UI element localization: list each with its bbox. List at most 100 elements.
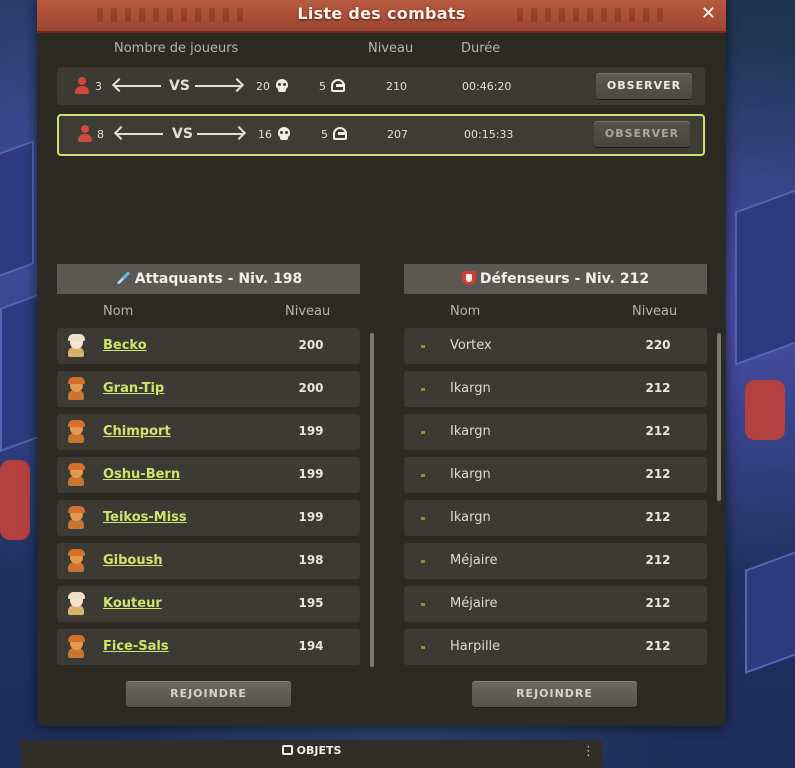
player-level: 195 <box>298 596 324 610</box>
defenders-title: Défenseurs - Niv. 212 <box>479 271 650 287</box>
skull-icon <box>275 79 289 93</box>
defenders-col-level: Niveau <box>632 304 678 319</box>
player-name: Méjaire <box>450 596 498 611</box>
defenders-scrollbar[interactable] <box>717 333 721 501</box>
player-row[interactable]: Giboush 198 <box>57 543 360 579</box>
player-row[interactable]: Becko 200 <box>57 328 360 364</box>
attacker-count: 3 <box>95 80 102 93</box>
player-row[interactable]: Ikargn 212 <box>404 371 707 407</box>
character-avatar-icon <box>65 463 87 487</box>
attacker-person-icon <box>77 125 93 143</box>
bg-red-ornament <box>745 380 785 440</box>
player-name[interactable]: Kouteur <box>103 596 162 611</box>
player-row[interactable]: Teikos-Miss 199 <box>57 500 360 536</box>
monster-avatar-icon <box>412 635 434 659</box>
join-defenders-button[interactable]: REJOINDRE <box>472 681 637 707</box>
spectator-count: 5 <box>321 128 328 141</box>
player-level: 199 <box>298 424 324 438</box>
monster-avatar-icon <box>412 377 434 401</box>
bag-icon <box>281 745 293 755</box>
player-level: 212 <box>645 510 671 524</box>
player-level: 198 <box>298 553 324 567</box>
player-level: 212 <box>645 424 671 438</box>
bg-red-ornament-2 <box>0 460 30 540</box>
fight-level: 210 <box>386 80 407 93</box>
player-level: 194 <box>298 639 324 653</box>
player-row[interactable]: Oshu-Bern 199 <box>57 457 360 493</box>
defenders-col-name: Nom <box>450 304 481 319</box>
player-row[interactable]: Méjaire 212 <box>404 543 707 579</box>
monster-avatar-icon <box>412 506 434 530</box>
observe-button[interactable]: OBSERVER <box>596 73 692 99</box>
window-title: Liste des combats <box>297 4 466 23</box>
skull-icon <box>277 127 291 141</box>
more-icon[interactable]: ⋮ <box>582 744 595 759</box>
arrow-left-icon <box>115 85 161 87</box>
attackers-scrollbar[interactable] <box>370 333 374 667</box>
player-name[interactable]: Chimport <box>103 424 171 439</box>
player-row[interactable]: Méjaire 212 <box>404 586 707 622</box>
player-name[interactable]: Giboush <box>103 553 163 568</box>
fight-row-selected[interactable]: 8 VS 16 5 207 00:15:33 OBSERVER <box>57 114 705 156</box>
close-icon[interactable]: ✕ <box>701 4 716 24</box>
title-bar[interactable]: Liste des combats ✕ <box>37 0 726 33</box>
sword-icon <box>115 271 131 287</box>
player-level: 200 <box>298 381 324 395</box>
player-name[interactable]: Gran-Tip <box>103 381 164 396</box>
character-avatar-icon <box>65 635 87 659</box>
monster-avatar-icon <box>412 463 434 487</box>
monster-avatar-icon <box>412 334 434 358</box>
character-avatar-icon <box>65 420 87 444</box>
arrow-right-icon <box>195 85 241 87</box>
header-players: Nombre de joueurs <box>114 41 239 56</box>
player-name: Méjaire <box>450 553 498 568</box>
fight-list-window: Liste des combats ✕ Nombre de joueurs Ni… <box>37 0 726 726</box>
objects-label: OBJETS <box>296 744 342 757</box>
player-row[interactable]: Fice-Sals 194 <box>57 629 360 665</box>
vs-label: VS <box>172 126 193 142</box>
player-name[interactable]: Oshu-Bern <box>103 467 180 482</box>
player-name: Vortex <box>450 338 492 353</box>
objects-tab[interactable]: OBJETS <box>20 744 603 757</box>
attacker-person-icon <box>74 77 90 95</box>
player-level: 212 <box>645 553 671 567</box>
player-row[interactable]: Ikargn 212 <box>404 500 707 536</box>
player-level: 212 <box>645 639 671 653</box>
monster-avatar-icon <box>412 420 434 444</box>
player-level: 220 <box>645 338 671 352</box>
defender-count: 20 <box>256 80 270 93</box>
monster-avatar-icon <box>412 549 434 573</box>
player-row[interactable]: Ikargn 212 <box>404 457 707 493</box>
attackers-col-name: Nom <box>103 304 134 319</box>
player-level: 200 <box>298 338 324 352</box>
player-row[interactable]: Vortex 220 <box>404 328 707 364</box>
header-duration: Durée <box>461 41 501 56</box>
attackers-header: Attaquants - Niv. 198 <box>57 264 360 294</box>
player-name[interactable]: Teikos-Miss <box>103 510 187 525</box>
character-avatar-icon <box>65 506 87 530</box>
player-name[interactable]: Becko <box>103 338 147 353</box>
player-level: 199 <box>298 467 324 481</box>
player-row[interactable]: Ikargn 212 <box>404 414 707 450</box>
fight-duration: 00:15:33 <box>464 128 514 141</box>
helmet-icon <box>331 79 347 93</box>
vs-label: VS <box>169 78 190 94</box>
join-attackers-button[interactable]: REJOINDRE <box>126 681 291 707</box>
observe-button[interactable]: OBSERVER <box>594 121 690 147</box>
fight-level: 207 <box>387 128 408 141</box>
attackers-col-level: Niveau <box>285 304 331 319</box>
shield-icon <box>461 271 476 287</box>
player-row[interactable]: Harpille 212 <box>404 629 707 665</box>
arrow-right-icon <box>197 133 243 135</box>
player-row[interactable]: Chimport 199 <box>57 414 360 450</box>
bottom-bar[interactable]: OBJETS ⋮ <box>20 740 603 768</box>
player-row[interactable]: Kouteur 195 <box>57 586 360 622</box>
fight-row[interactable]: 3 VS 20 5 210 00:46:20 OBSERVER <box>57 67 705 105</box>
helmet-icon <box>333 127 349 141</box>
player-name[interactable]: Fice-Sals <box>103 639 169 654</box>
spectator-count: 5 <box>319 80 326 93</box>
player-name: Ikargn <box>450 510 491 525</box>
player-name: Ikargn <box>450 381 491 396</box>
player-row[interactable]: Gran-Tip 200 <box>57 371 360 407</box>
bg-block-right <box>735 188 795 366</box>
